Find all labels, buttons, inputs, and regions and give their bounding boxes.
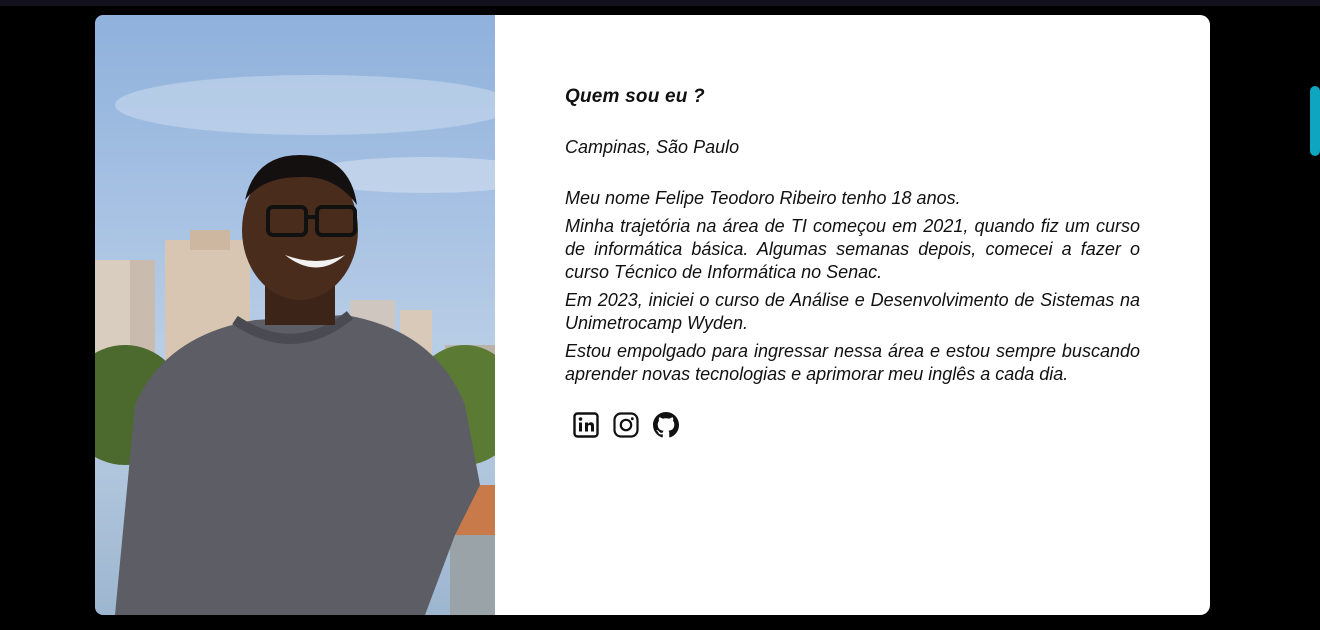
about-content: Quem sou eu ? Campinas, São Paulo Meu no… (565, 85, 1140, 438)
profile-photo (95, 15, 495, 615)
about-paragraph: Meu nome Felipe Teodoro Ribeiro tenho 18… (565, 188, 961, 208)
social-links (565, 412, 1140, 438)
about-paragraph: Minha trajetória na área de TI começou e… (565, 216, 1140, 282)
about-heading: Quem sou eu ? (565, 86, 705, 107)
location-text: Campinas, São Paulo (565, 137, 740, 157)
about-card: Quem sou eu ? Campinas, São Paulo Meu no… (495, 15, 1210, 615)
instagram-icon (613, 412, 639, 438)
about-paragraph: Em 2023, iniciei o curso de Análise e De… (565, 290, 1140, 333)
scrollbar-thumb[interactable] (1310, 86, 1320, 156)
instagram-link[interactable] (613, 412, 639, 438)
about-paragraph: Estou empolgado para ingressar nessa áre… (565, 341, 1140, 384)
top-bar (0, 0, 1320, 6)
github-link[interactable] (653, 412, 679, 438)
linkedin-icon (573, 412, 599, 438)
github-icon (653, 412, 679, 438)
linkedin-link[interactable] (573, 412, 599, 438)
